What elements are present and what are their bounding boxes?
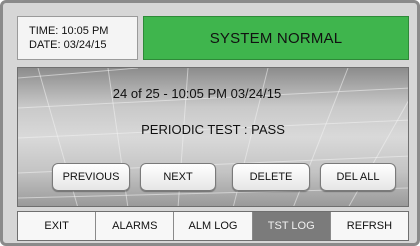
delete-all-button[interactable]: DEL ALL <box>320 163 396 191</box>
previous-button[interactable]: PREVIOUS <box>52 163 130 191</box>
test-log-panel: 24 of 25 - 10:05 PM 03/24/15 PERIODIC TE… <box>17 67 409 207</box>
tab-alarms[interactable]: ALARMS <box>96 212 175 240</box>
bottom-nav-tabs: EXIT ALARMS ALM LOG TST LOG REFRSH <box>17 211 409 241</box>
system-status-banner: SYSTEM NORMAL <box>143 16 409 60</box>
system-status-text: SYSTEM NORMAL <box>209 29 343 47</box>
delete-button[interactable]: DELETE <box>232 163 310 191</box>
datetime-display: TIME: 10:05 PM DATE: 03/24/15 <box>17 16 138 60</box>
log-entry-message: PERIODIC TEST : PASS <box>141 122 285 137</box>
tab-exit[interactable]: EXIT <box>18 212 97 240</box>
tab-alarm-log[interactable]: ALM LOG <box>174 212 253 240</box>
log-entry-index: 24 of 25 - 10:05 PM 03/24/15 <box>112 86 282 101</box>
tab-refresh[interactable]: REFRSH <box>330 212 409 240</box>
device-screen: TIME: 10:05 PM DATE: 03/24/15 SYSTEM NOR… <box>0 0 420 246</box>
date-label: DATE: 03/24/15 <box>29 39 107 51</box>
tab-test-log[interactable]: TST LOG <box>252 212 331 240</box>
next-button[interactable]: NEXT <box>140 163 216 191</box>
time-label: TIME: 10:05 PM <box>29 25 109 37</box>
